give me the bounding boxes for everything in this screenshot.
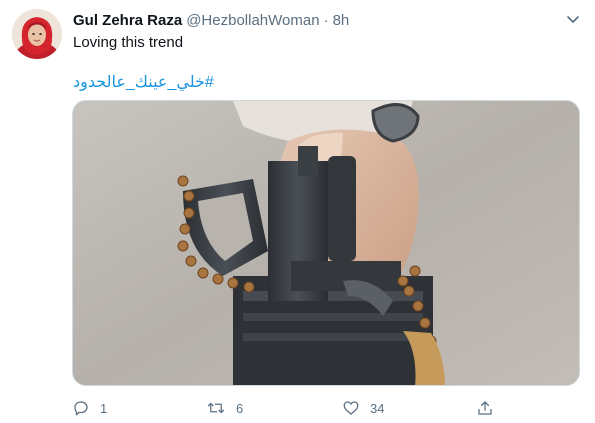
tweet-text: Loving this trend (73, 34, 184, 51)
separator-dot: · (323, 11, 329, 29)
retweet-icon (207, 402, 225, 414)
retweet-count: 6 (236, 400, 244, 416)
reply-icon (74, 401, 88, 416)
heart-icon (343, 401, 359, 415)
display-name[interactable]: Gul Zehra Raza (73, 12, 182, 29)
like-button[interactable]: 34 (342, 396, 384, 420)
tweet-header: Gul Zehra Raza @HezbollahWoman · 8h (73, 10, 349, 30)
avatar-image (12, 9, 62, 59)
tweet-media[interactable] (72, 100, 580, 386)
reply-count: 1 (100, 400, 108, 416)
share-icon (478, 401, 492, 415)
tweet-timestamp[interactable]: 8h (333, 12, 350, 29)
user-handle[interactable]: @HezbollahWoman (186, 12, 319, 29)
retweet-button[interactable]: 6 (206, 396, 243, 420)
hashtag-link[interactable]: #خلي_عينك_عالحدود (73, 72, 214, 92)
reply-button[interactable]: 1 (72, 396, 107, 420)
share-button[interactable] (476, 396, 494, 420)
avatar[interactable] (12, 9, 62, 59)
tweet-actions: 1 6 34 (72, 396, 502, 420)
more-options-button[interactable] (562, 8, 584, 30)
tweet-card[interactable]: Gul Zehra Raza @HezbollahWoman · 8h Lovi… (0, 0, 595, 423)
chevron-down-icon (567, 16, 579, 23)
photo-image (73, 101, 579, 385)
like-count: 34 (370, 400, 385, 416)
